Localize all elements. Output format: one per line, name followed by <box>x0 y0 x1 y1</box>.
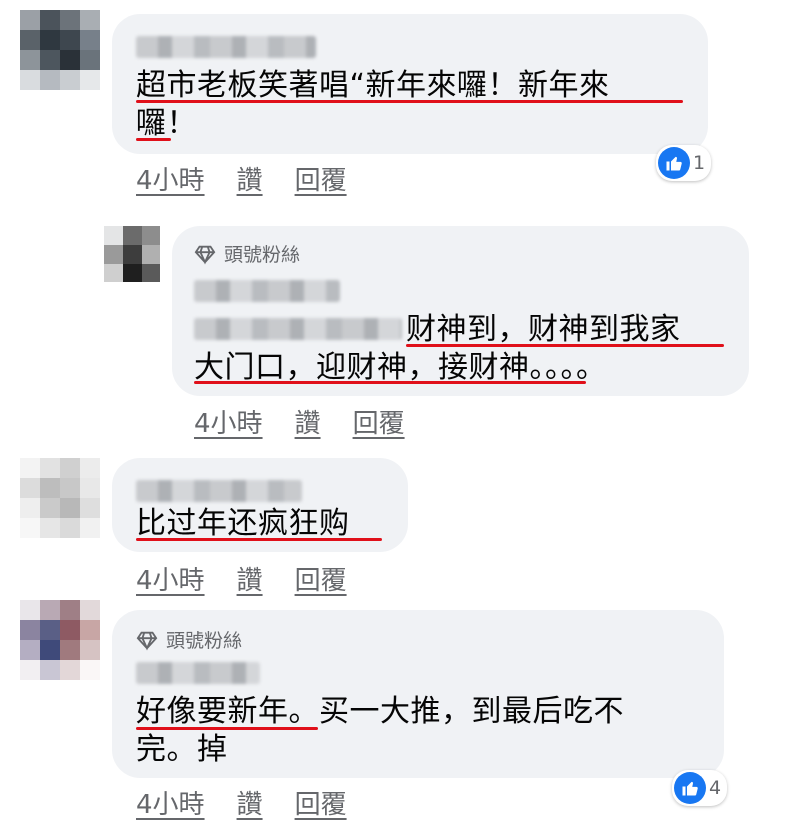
reply-link[interactable]: 回覆 <box>353 403 405 440</box>
reaction-count: 1 <box>693 152 706 174</box>
commenter-name[interactable] <box>136 480 302 502</box>
comment-text: 财神到，财神到我家 <box>406 312 681 347</box>
like-link[interactable]: 讚 <box>295 403 321 440</box>
thumbs-up-icon <box>658 147 690 179</box>
avatar[interactable] <box>104 226 160 282</box>
commenter-name[interactable] <box>194 280 340 302</box>
avatar[interactable] <box>20 10 100 90</box>
reaction-summary[interactable]: 1 <box>656 145 712 181</box>
comment-actions: 4小時 讚 回覆 <box>136 784 379 821</box>
comment-text: 完。掉 <box>136 732 228 767</box>
timestamp-link[interactable]: 4小時 <box>136 160 205 197</box>
reaction-count: 4 <box>709 777 722 799</box>
commenter-name[interactable] <box>136 36 316 58</box>
like-link[interactable]: 讚 <box>237 784 263 821</box>
highlight-underline <box>136 138 171 141</box>
top-fan-badge: 頭號粉絲 <box>194 240 300 267</box>
reaction-summary[interactable]: 4 <box>672 770 728 806</box>
comment-text: 比过年还疯狂购 <box>136 506 350 541</box>
highlight-underline <box>194 381 586 384</box>
highlight-underline <box>136 538 382 541</box>
reply-link[interactable]: 回覆 <box>295 560 347 597</box>
avatar[interactable] <box>20 458 100 538</box>
timestamp-link[interactable]: 4小時 <box>136 560 205 597</box>
thumbs-up-icon <box>674 772 706 804</box>
diamond-icon <box>136 631 158 650</box>
top-fan-badge: 頭號粉絲 <box>136 626 242 653</box>
timestamp-link[interactable]: 4小時 <box>136 784 205 821</box>
timestamp-link[interactable]: 4小時 <box>194 403 263 440</box>
comment-text: 囉！ <box>136 106 197 141</box>
comment-text: 超市老板笑著唱“新年來囉！新年來 <box>136 68 610 103</box>
highlight-underline <box>136 100 683 103</box>
comment-actions: 4小時 讚 回覆 <box>136 160 379 197</box>
comment-actions: 4小時 讚 回覆 <box>136 560 379 597</box>
reply-link[interactable]: 回覆 <box>295 160 347 197</box>
comment-text: 好像要新年。买一大推，到最后吃不 <box>136 694 624 729</box>
blurred-text <box>194 318 402 340</box>
comment-actions: 4小時 讚 回覆 <box>194 403 437 440</box>
like-link[interactable]: 讚 <box>237 160 263 197</box>
highlight-underline <box>406 344 724 347</box>
highlight-underline <box>136 727 318 730</box>
like-link[interactable]: 讚 <box>237 560 263 597</box>
avatar[interactable] <box>20 600 100 680</box>
reply-link[interactable]: 回覆 <box>295 784 347 821</box>
commenter-name[interactable] <box>136 662 260 684</box>
diamond-icon <box>194 245 216 264</box>
